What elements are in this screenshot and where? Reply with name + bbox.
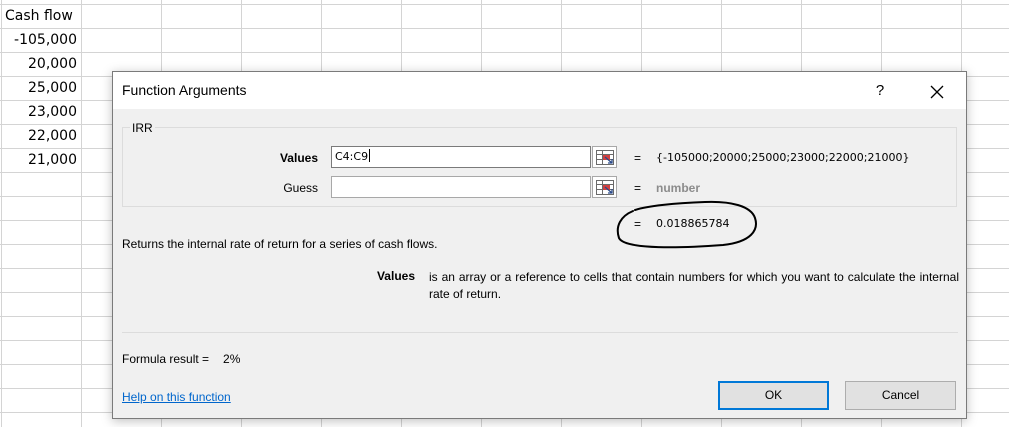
formula-result-value: 2% [223,352,241,366]
cell-value[interactable]: -105,000 [0,28,80,52]
function-arguments-dialog: Function Arguments ? IRR Values C4:C9 = … [112,71,967,419]
column-a-cells: Cash flow -105,000 20,000 25,000 23,000 … [0,4,80,172]
cell-value[interactable]: 22,000 [0,124,80,148]
ok-button[interactable]: OK [718,381,829,410]
close-button[interactable] [917,75,957,107]
values-equals-sign: = [634,151,642,165]
help-button[interactable]: ? [865,75,895,107]
cell-value[interactable]: 20,000 [0,52,80,76]
close-icon [930,85,944,99]
guess-equals-sign: = [634,181,642,195]
text-caret [369,149,371,162]
values-evaluated: {-105000;20000;25000;23000;22000;21000} [656,151,910,164]
param-description: is an array or a reference to cells that… [429,270,959,301]
guess-arg-label: Guess [283,181,318,195]
cell-header-cash-flow[interactable]: Cash flow [0,4,80,28]
cell-value[interactable]: 21,000 [0,148,80,172]
formula-result-label: Formula result = [122,352,210,366]
function-description: Returns the internal rate of return for … [122,237,438,251]
dialog-titlebar[interactable]: Function Arguments ? [113,72,966,109]
guess-input[interactable] [331,176,591,198]
help-on-function-link[interactable]: Help on this function [122,390,231,404]
cell-value[interactable]: 23,000 [0,100,80,124]
function-name-label: IRR [130,121,155,135]
dialog-title: Function Arguments [122,82,247,98]
values-range-picker-button[interactable] [592,146,617,168]
range-picker-icon [596,150,614,165]
divider [122,332,958,333]
guess-range-picker-button[interactable] [592,176,617,198]
cancel-button[interactable]: Cancel [845,381,956,410]
range-picker-icon [596,180,614,195]
formula-result: Formula result = 2% [122,352,240,366]
param-name: Values [376,269,415,283]
cell-value[interactable]: 25,000 [0,76,80,100]
values-input-text: C4:C9 [335,150,369,163]
values-arg-label: Values [279,151,318,165]
hand-drawn-circle-annotation [616,200,757,249]
values-input[interactable]: C4:C9 [331,146,591,168]
guess-evaluated-hint: number [656,181,701,195]
